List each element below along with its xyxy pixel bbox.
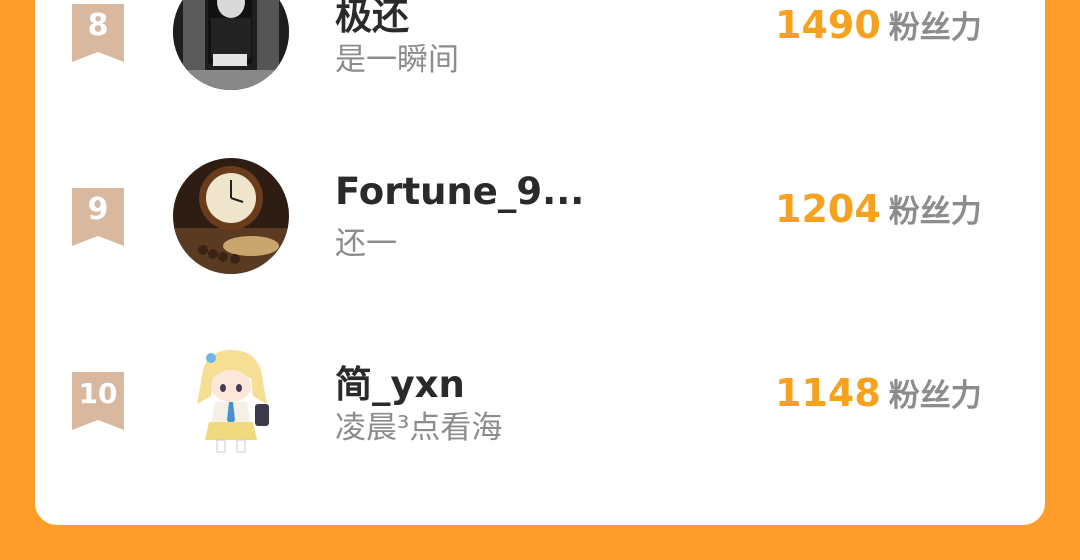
fan-power-value: 1148: [775, 371, 881, 415]
fan-power: 1204 粉丝力: [775, 186, 982, 231]
user-signature: 是一瞬间: [335, 42, 459, 78]
user-name: Fortune_9...: [335, 170, 585, 213]
fan-power-unit: 粉丝力: [888, 10, 982, 46]
rank-number: 8: [87, 8, 109, 43]
leaderboard-row[interactable]: 8 极还 是一瞬间 1490 粉丝力: [35, 0, 1045, 108]
leaderboard-row[interactable]: 9 Fortune_9... 还一 1204 粉丝力: [35, 158, 1045, 292]
fan-power-unit: 粉丝力: [888, 194, 982, 230]
user-name: 简_yxn: [335, 363, 465, 406]
fan-power-value: 1204: [775, 187, 881, 231]
rank-badge: 10: [72, 372, 124, 430]
rank-badge: 8: [72, 4, 124, 62]
user-signature: 凌晨³点看海: [335, 410, 503, 446]
user-signature: 还一: [335, 226, 397, 262]
avatar-bw-photo: [173, 0, 289, 90]
rank-number: 9: [87, 192, 109, 227]
rank-number: 10: [78, 377, 118, 410]
fan-power: 1148 粉丝力: [775, 370, 982, 415]
leaderboard-row[interactable]: 10 简_yxn 凌晨³点看海 1148 粉丝力: [35, 342, 1045, 476]
fan-power-value: 1490: [775, 3, 881, 47]
avatar-anime-girl: [173, 342, 289, 458]
fan-power: 1490 粉丝力: [775, 2, 982, 47]
avatar[interactable]: [173, 158, 289, 274]
rank-badge: 9: [72, 188, 124, 246]
fan-power-unit: 粉丝力: [888, 378, 982, 414]
avatar-clock-photo: [173, 158, 289, 274]
avatar[interactable]: [173, 0, 289, 90]
avatar[interactable]: [173, 342, 289, 458]
